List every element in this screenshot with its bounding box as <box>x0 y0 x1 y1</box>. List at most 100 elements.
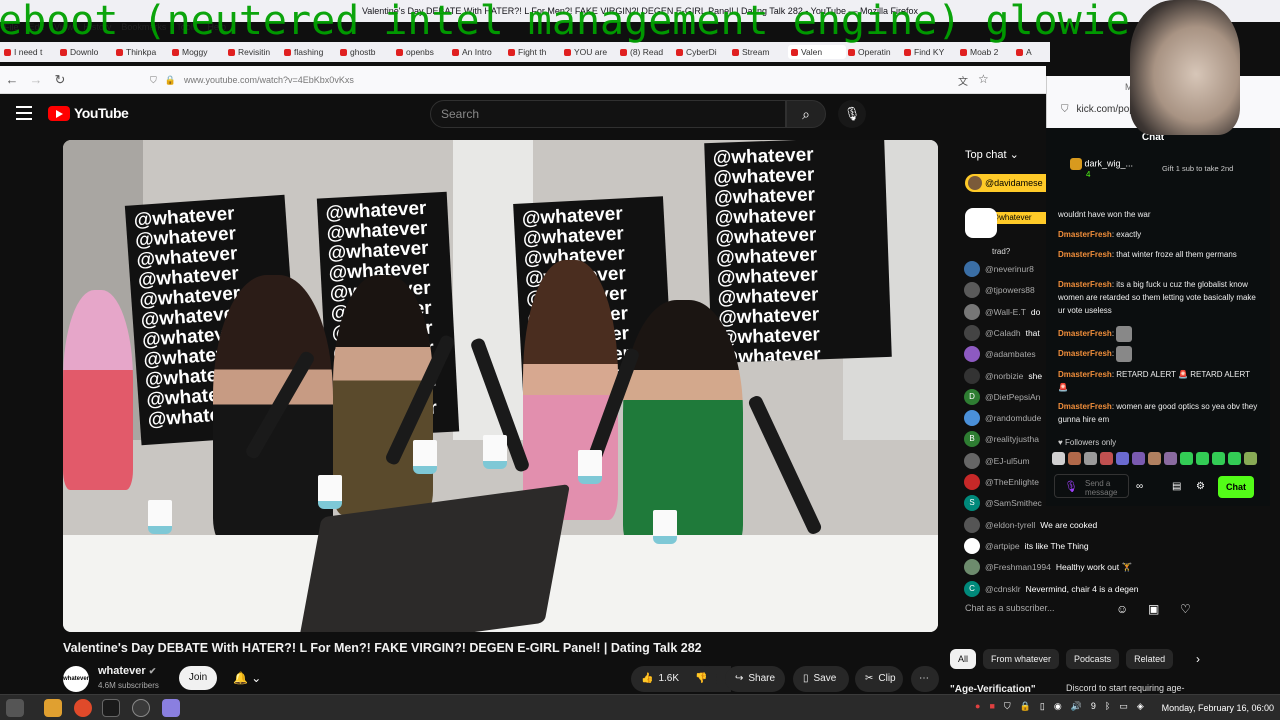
chat-avatar[interactable] <box>964 537 980 554</box>
save-button[interactable]: ▯ Save <box>793 666 849 692</box>
chat-author[interactable]: @randomdude <box>985 413 1041 423</box>
clipboard-icon[interactable]: ▯ <box>1040 701 1045 712</box>
menu-help[interactable]: Help <box>207 22 226 32</box>
search-icon[interactable]: ⌕ <box>786 100 826 128</box>
browser-tab[interactable]: Stream <box>732 47 786 57</box>
notes-icon[interactable] <box>162 699 180 717</box>
microphone-icon[interactable]: 🎙 <box>838 100 866 128</box>
shield-icon[interactable]: ⛉ <box>1004 701 1011 712</box>
chat-avatar[interactable] <box>964 282 980 299</box>
channel-name-text[interactable]: whatever <box>98 665 146 677</box>
kick-username[interactable]: DmasterFresh <box>1058 280 1112 289</box>
browser-tab[interactable]: Moggy <box>172 47 226 57</box>
recommendation-title[interactable]: Discord to start requiring age- <box>1066 683 1185 693</box>
kick-store-icon[interactable]: ▤ <box>1172 481 1181 492</box>
browser-tab[interactable]: A <box>1016 47 1050 57</box>
file-manager-icon[interactable] <box>44 699 62 717</box>
chat-author[interactable]: @TheEnlighte <box>985 477 1039 487</box>
kick-chat-button[interactable]: Chat <box>1218 476 1254 498</box>
browser-tab[interactable]: CyberDi <box>676 47 730 57</box>
chat-avatar[interactable] <box>964 559 980 576</box>
menu-icon[interactable] <box>16 106 32 120</box>
browser-tab[interactable]: flashing <box>284 47 338 57</box>
forward-icon[interactable]: → <box>24 72 48 87</box>
browser-tab[interactable]: Operatin <box>848 47 902 57</box>
chat-avatar[interactable] <box>964 410 980 427</box>
menu-history[interactable]: History <box>83 22 111 32</box>
back-icon[interactable]: ← <box>0 72 24 87</box>
menu-edit[interactable]: Edit <box>29 22 45 32</box>
chat-author[interactable]: @cdnsklr <box>985 584 1021 594</box>
browser-tab[interactable]: Revisitin <box>228 47 282 57</box>
clip-button[interactable]: ✂ Clip <box>855 666 903 692</box>
battery-icon[interactable]: ▭ <box>1119 701 1128 712</box>
chat-avatar[interactable]: B <box>964 431 980 448</box>
kick-username[interactable]: DmasterFresh <box>1058 370 1112 379</box>
chat-author[interactable]: @SamSmithec <box>985 498 1042 508</box>
chat-avatar[interactable]: C <box>964 580 980 597</box>
volume-icon[interactable]: 🔊 <box>1071 701 1082 712</box>
menu-tools[interactable]: Tools <box>176 22 197 32</box>
kick-emote-icon[interactable] <box>1196 452 1209 465</box>
kick-gift-username[interactable]: dark_wig_... <box>1085 158 1134 168</box>
chat-author[interactable]: @Caladh <box>985 328 1021 338</box>
kick-emote-icon[interactable] <box>1212 452 1225 465</box>
kick-emote-icon[interactable] <box>1180 452 1193 465</box>
kick-username[interactable]: DmasterFresh <box>1058 349 1112 358</box>
browser-tab[interactable]: Fight th <box>508 47 562 57</box>
network-icon[interactable]: ◉ <box>1054 701 1062 712</box>
browser-tab[interactable]: An Intro <box>452 47 506 57</box>
browser-tab[interactable]: Moab 2 <box>960 47 1014 57</box>
chat-avatar[interactable] <box>964 516 980 533</box>
chat-author[interactable]: @tjpowers88 <box>985 285 1035 295</box>
chat-avatar[interactable] <box>964 261 980 277</box>
chat-author[interactable]: @Wall-E.T <box>985 307 1026 317</box>
kick-emote-icon[interactable] <box>1132 452 1145 465</box>
menu-view[interactable]: View <box>54 22 73 32</box>
chat-avatar[interactable]: D <box>964 388 980 405</box>
kick-emote-icon[interactable] <box>1228 452 1241 465</box>
bookmark-star-icon[interactable]: ☆ <box>978 72 989 86</box>
reload-icon[interactable]: ↻ <box>48 72 72 88</box>
browser-tab[interactable]: openbs <box>396 47 450 57</box>
browser-tab[interactable]: ghostb <box>340 47 394 57</box>
kick-mic-icon[interactable]: 🎙 <box>1064 480 1078 493</box>
chat-author[interactable]: @eldon-tyrell <box>985 520 1035 530</box>
chat-avatar[interactable] <box>964 303 980 320</box>
chat-author[interactable]: @neverinur8 <box>985 264 1034 274</box>
more-actions-button[interactable]: ⋯ <box>911 666 939 692</box>
browser-tab[interactable]: (8) Read <box>620 47 674 57</box>
chat-avatar[interactable] <box>964 367 980 384</box>
kick-emote-icon[interactable] <box>1116 452 1129 465</box>
dislike-button[interactable]: 👎 <box>687 666 717 692</box>
kick-emote-icon[interactable] <box>1052 452 1065 465</box>
subscription-bell-button[interactable]: 🔔 ⌄ <box>225 666 273 690</box>
join-button[interactable]: Join <box>179 666 217 690</box>
kick-username[interactable]: DmasterFresh <box>1058 329 1112 338</box>
chat-author[interactable]: @DietPepsiAn <box>985 392 1040 402</box>
url-bar[interactable]: ⛉ 🔒 www.youtube.com/watch?v=4EbKbx0vKxs <box>150 70 1000 90</box>
url-text[interactable]: www.youtube.com/watch?v=4EbKbx0vKxs <box>184 75 354 85</box>
menu-file[interactable]: File <box>4 22 19 32</box>
shield-icon[interactable]: ⛉ <box>150 75 157 86</box>
update-icon[interactable]: ◈ <box>1137 701 1144 712</box>
chat-mode-dropdown[interactable]: Top chat ⌄ <box>965 148 1019 161</box>
membership-card-icon[interactable]: ▣ <box>1148 602 1159 616</box>
browser-tab[interactable]: Thinkpa <box>116 47 170 57</box>
kick-username[interactable]: DmasterFresh <box>1058 230 1112 239</box>
chip-all[interactable]: All <box>950 649 977 669</box>
firefox-icon[interactable] <box>74 699 92 717</box>
chat-author[interactable]: @adambates <box>985 349 1036 359</box>
chat-author[interactable]: @EJ-ul5um <box>985 456 1030 466</box>
terminal-icon[interactable] <box>102 699 120 717</box>
kick-emote-icon[interactable] <box>1084 452 1097 465</box>
browser-tab[interactable]: Find KY <box>904 47 958 57</box>
chat-avatar[interactable]: S <box>964 495 980 512</box>
browser-tab[interactable]: YOU are <box>564 47 618 57</box>
chip-related[interactable]: Related <box>1126 649 1174 669</box>
kick-settings-icon[interactable]: ⚙ <box>1196 481 1205 492</box>
youtube-logo[interactable]: YouTube <box>48 105 129 121</box>
chip-podcasts[interactable]: Podcasts <box>1066 649 1120 669</box>
lock-icon[interactable]: 🔒 <box>1020 701 1031 712</box>
browser-tab[interactable]: Downlo <box>60 47 114 57</box>
